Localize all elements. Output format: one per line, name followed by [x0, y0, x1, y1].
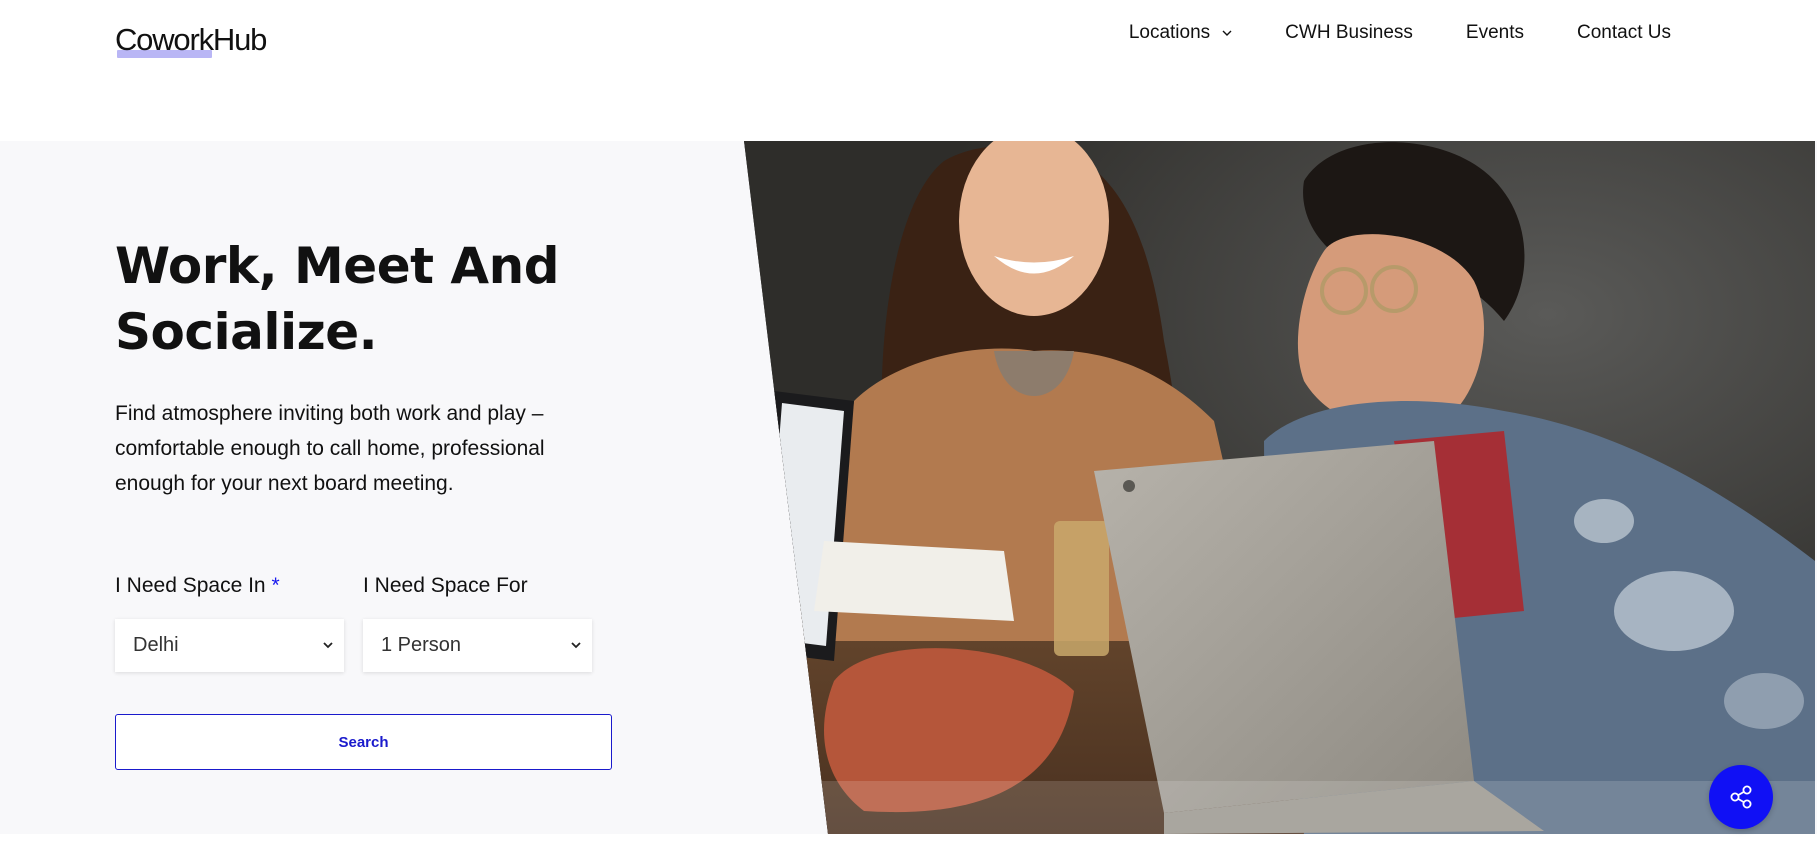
chevron-down-icon — [1222, 30, 1232, 36]
main-nav: Locations CWH Business Events Contact Us — [1129, 22, 1671, 44]
hero-description: Find atmosphere inviting both work and p… — [115, 402, 545, 495]
site-header: CoworkHub Locations CWH Business Events … — [0, 0, 1817, 141]
nav-item-label: Locations — [1128, 22, 1211, 43]
nav-item-label: Contact Us — [1577, 22, 1671, 43]
space-in-label-text: I Need Space In — [115, 574, 266, 597]
space-for-select[interactable]: 1 Person — [363, 619, 592, 672]
hero-photo-illustration — [744, 141, 1815, 834]
required-mark: * — [271, 574, 280, 597]
nav-item-label: CWH Business — [1285, 22, 1413, 43]
space-for-label-text: I Need Space For — [363, 574, 528, 597]
space-in-select[interactable]: Delhi — [115, 619, 344, 672]
share-icon — [1730, 785, 1752, 809]
nav-item-label: Events — [1465, 22, 1525, 43]
hero-bottom-strip — [0, 834, 1817, 857]
space-for-selected: 1 Person — [381, 634, 462, 656]
search-button[interactable]: Search — [115, 714, 612, 770]
share-button[interactable] — [1709, 765, 1773, 829]
hero-title: Work, Meet And Socialize. — [115, 237, 560, 361]
logo-text: CoworkHub — [115, 22, 267, 57]
hero-photo — [744, 141, 1815, 834]
chevron-down-icon — [571, 642, 581, 649]
nav-item-cwh-business[interactable]: CWH Business — [1285, 22, 1413, 44]
chevron-down-icon — [323, 642, 333, 649]
space-for-label: I Need Space For — [363, 574, 528, 598]
logo[interactable]: CoworkHub — [115, 20, 267, 60]
space-in-label: I Need Space In * — [115, 574, 280, 598]
nav-item-events[interactable]: Events — [1466, 22, 1524, 44]
nav-item-locations[interactable]: Locations — [1129, 22, 1232, 44]
nav-item-contact-us[interactable]: Contact Us — [1577, 22, 1671, 44]
space-in-selected: Delhi — [133, 634, 179, 656]
